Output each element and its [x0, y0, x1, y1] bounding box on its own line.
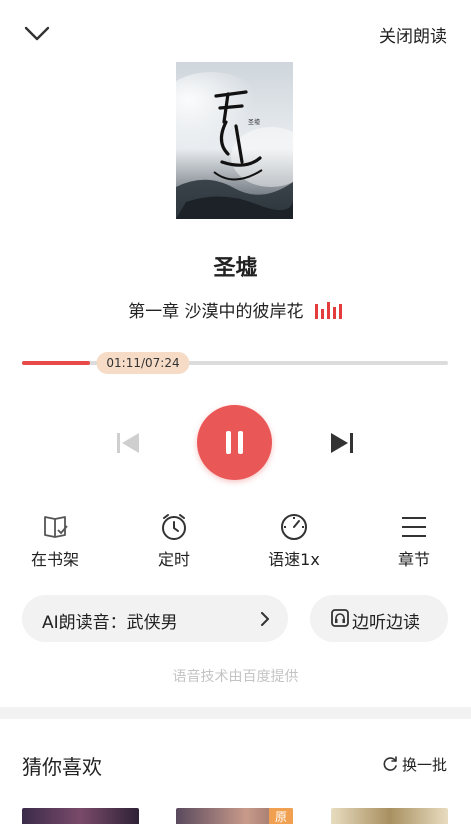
listen-read-label: 边听边读 — [352, 613, 420, 633]
pause-icon — [226, 431, 231, 454]
bookshelf-button[interactable]: 在书架 — [10, 512, 100, 570]
section-divider — [0, 707, 471, 719]
ai-voice-label: AI朗读音：武侠男 — [42, 613, 178, 633]
speed-label: 语速1x — [268, 550, 320, 569]
tts-credit: 语音技术由百度提供 — [172, 669, 299, 685]
refresh-button[interactable]: 换一批 — [381, 754, 447, 775]
original-badge: 原 — [269, 808, 293, 824]
chevron-right-icon — [261, 612, 269, 626]
pause-button[interactable] — [197, 405, 272, 480]
chapters-label: 章节 — [397, 550, 430, 569]
speedometer-icon — [281, 514, 307, 540]
progress-time-handle[interactable]: 01:11/07:24 — [96, 352, 190, 374]
skip-previous-icon[interactable] — [116, 432, 140, 454]
progress-fill — [22, 361, 90, 365]
skip-next-icon[interactable] — [330, 432, 354, 454]
refresh-label: 换一批 — [401, 756, 447, 774]
sound-wave-icon — [314, 301, 343, 324]
chapter-row: 第一章 沙漠中的彼岸花 — [0, 297, 471, 324]
menu-list-icon — [402, 517, 426, 537]
close-reading-button[interactable]: 关闭朗读 — [379, 22, 447, 47]
cover-title-art: 圣墟 — [248, 118, 260, 126]
listen-read-button[interactable]: 边听边读 — [310, 595, 448, 642]
chapter-title: 第一章 沙漠中的彼岸花 — [128, 302, 304, 322]
speed-button[interactable]: 语速1x — [249, 512, 339, 570]
recommend-title: 猜你喜欢 — [22, 755, 102, 779]
recommend-book-cover[interactable] — [22, 808, 139, 824]
recommend-book-cover[interactable]: 原 — [176, 808, 293, 824]
recommend-book-cover[interactable] — [331, 808, 448, 824]
function-row: 在书架 定时 语速1x 章节 — [0, 512, 471, 572]
bookshelf-check-icon — [44, 516, 68, 538]
timer-button[interactable]: 定时 — [129, 512, 219, 570]
headphone-book-icon — [331, 609, 349, 627]
alarm-clock-icon — [162, 514, 186, 540]
ai-voice-selector[interactable]: AI朗读音：武侠男 — [22, 595, 288, 642]
refresh-icon — [383, 756, 397, 771]
progress-slider[interactable]: 01:11/07:24 — [22, 352, 448, 374]
timer-label: 定时 — [157, 550, 190, 569]
playback-controls — [0, 405, 471, 481]
bookshelf-label: 在书架 — [30, 550, 79, 569]
chapters-button[interactable]: 章节 — [369, 512, 459, 570]
pause-icon-bar — [238, 431, 243, 454]
book-cover: 圣墟 — [176, 62, 293, 219]
top-bar: 关闭朗读 — [0, 0, 471, 64]
book-title: 圣墟 — [213, 256, 258, 281]
chevron-down-icon[interactable] — [22, 22, 52, 46]
